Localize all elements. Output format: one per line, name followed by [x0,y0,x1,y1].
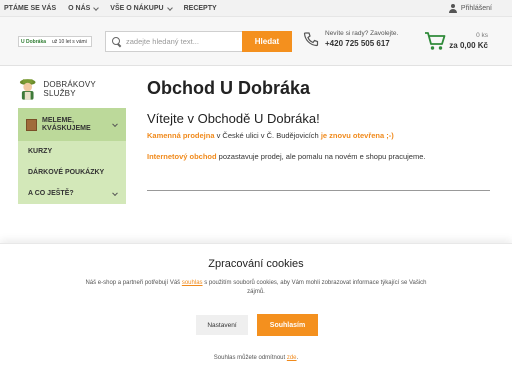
mascot-icon [19,79,36,100]
welcome-heading: Vítejte v Obchodě U Dobráka! [147,111,320,126]
services-menu: MELEME, KVÁSKUJEME KURZY DÁRKOVÉ POUKÁZK… [18,108,126,204]
user-icon [448,4,457,13]
search-input[interactable] [126,37,236,46]
search-icon [112,37,121,46]
cart-icon[interactable] [424,31,446,51]
logo-text: už 10 let s vámi [52,38,87,45]
top-bar: PTÁME SE VÁS O NÁS VŠE O NÁKUPU RECEPTY … [0,0,512,17]
nav-o-nas[interactable]: O NÁS [68,4,100,12]
nav-label: O NÁS [68,5,91,12]
cookie-decline-link[interactable]: zde [287,355,297,361]
sidebar-header: DOBRÁKOVY SLUŽBY [18,76,128,102]
product-box-icon [26,118,37,131]
cookie-text-part: s použitím souborů cookies, aby Vám mohl… [202,280,427,295]
sidebar-title: DOBRÁKOVY SLUŽBY [43,80,96,98]
chevron-down-icon [112,120,118,127]
consent-link[interactable]: souhlas [182,280,203,286]
sidebar-item-meleme[interactable]: MELEME, KVÁSKUJEME [18,108,126,141]
phone-number[interactable]: +420 725 505 617 [325,39,398,48]
top-nav: PTÁME SE VÁS O NÁS VŠE O NÁKUPU RECEPTY [4,0,229,17]
search-field [105,31,242,52]
nav-label: RECEPTY [183,5,217,12]
nav-label: PTÁME SE VÁS [4,5,57,12]
store-link[interactable]: Kamenná prodejna [147,131,215,140]
divider [147,190,490,191]
eshop-link[interactable]: Internetový obchod [147,152,217,161]
search-button[interactable]: Hledat [242,31,292,52]
search-bar: Hledat [105,31,292,52]
store-status: je znovu otevřena ;-) [320,131,394,140]
chevron-down-icon [166,4,173,11]
cookie-text-part: Náš e-shop a partneři potřebují Váš [85,280,182,286]
sidebar-item-label: KURZY [28,148,53,155]
cart-count: 0 ks [476,32,488,39]
cookie-settings-button[interactable]: Nastavení [196,315,248,335]
cookie-text: Náš e-shop a partneři potřebují Váš souh… [80,279,432,297]
cookie-footer-text: . [296,355,299,361]
login-label: Přihlášení [460,5,492,12]
store-notice: Kamenná prodejna v České ulici v Č. Budě… [147,131,394,140]
store-notice-text: v České ulici v Č. Budějovicích [214,131,321,140]
header: U Dobráka už 10 let s vámi Hledat Nevíte… [0,17,512,66]
sidebar-item-label: DÁRKOVÉ POUKÁZKY [28,169,105,176]
nav-ptame-se-vas[interactable]: PTÁME SE VÁS [4,5,56,12]
cookie-agree-button[interactable]: Souhlasím [257,314,318,336]
cookie-footer: Souhlas můžete odmítnout zde. [0,355,512,361]
login-link[interactable]: Přihlášení [448,0,492,17]
cookie-title: Zpracování cookies [208,258,304,270]
cart-summary[interactable]: 0 ks za 0,00 Kč [449,32,488,50]
eshop-notice-text: pozastavuje prodej, ale pomalu na novém … [216,152,426,161]
sidebar-item-kurzy[interactable]: KURZY [18,141,126,162]
phone-icon [303,32,319,47]
logo-mark: U Dobráka [21,38,47,45]
sidebar-item-darkove-poukazky[interactable]: DÁRKOVÉ POUKÁZKY [18,162,126,183]
nav-vse-o-nakupu[interactable]: VŠE O NÁKUPU [110,4,173,12]
cart-total: za 0,00 Kč [449,41,488,50]
cookie-footer-text: Souhlas můžete odmítnout [213,355,287,361]
cookie-consent-panel: Zpracování cookies Náš e-shop a partneři… [0,243,512,384]
sidebar-item-label: A CO JEŠTĚ? [28,190,74,197]
logo[interactable]: U Dobráka už 10 let s vámi [18,36,92,47]
eshop-notice: Internetový obchod pozastavuje prodej, a… [147,152,425,161]
phone-contact: Nevíte si rady? Zavolejte. +420 725 505 … [303,30,398,48]
nav-label: VŠE O NÁKUPU [110,5,164,12]
nav-recepty[interactable]: RECEPTY [184,5,217,12]
chevron-down-icon [112,189,118,196]
sidebar-item-a-co-jeste[interactable]: A CO JEŠTĚ? [18,183,126,204]
sidebar-item-label: MELEME, KVÁSKUJEME [42,116,91,132]
page-title: Obchod U Dobráka [147,78,311,98]
phone-question: Nevíte si rady? Zavolejte. [325,30,399,37]
chevron-down-icon [93,4,100,11]
